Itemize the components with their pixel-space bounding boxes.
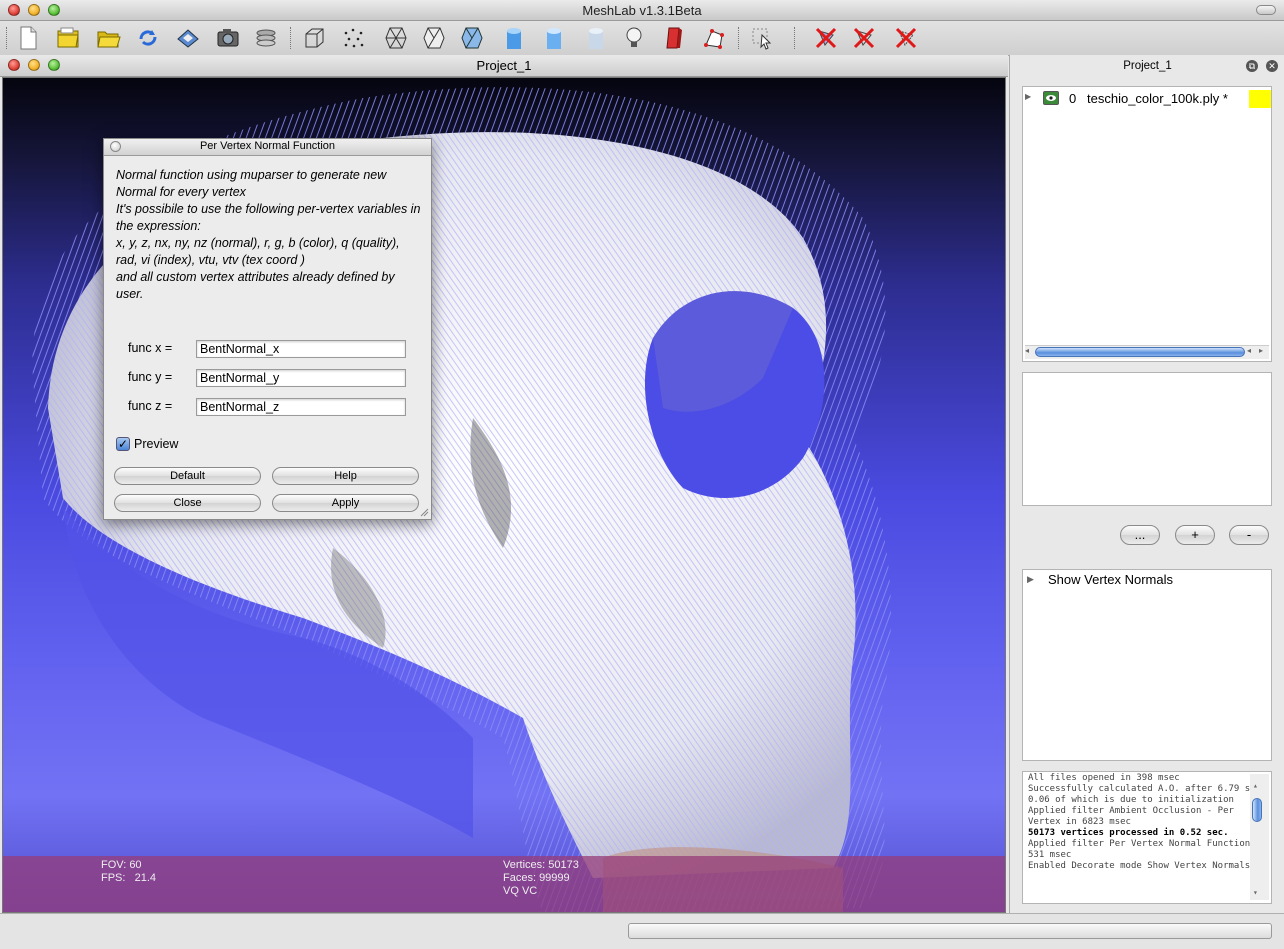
decorator-label[interactable]: Show Vertex Normals: [1048, 572, 1173, 587]
faces-label: Faces: 99999: [503, 872, 570, 884]
save-icon[interactable]: [174, 24, 202, 52]
help-button[interactable]: Help: [272, 467, 419, 485]
layer-dock: Project_1 ⧉ ✕ ▶ 0 teschio_color_100k.ply…: [1009, 55, 1284, 913]
more-button[interactable]: ...: [1120, 525, 1160, 545]
apply-button[interactable]: Apply: [272, 494, 419, 512]
log-scroll-thumb[interactable]: [1252, 798, 1262, 822]
texture-icon[interactable]: [582, 24, 610, 52]
select-vertex-icon[interactable]: [700, 24, 728, 52]
func-y-label: func y =: [128, 370, 173, 384]
layer-index: 0: [1069, 91, 1077, 106]
scroll-left-end-icon[interactable]: ◂: [1025, 346, 1029, 355]
scroll-right-icon[interactable]: ▸: [1259, 346, 1263, 355]
project-window-title-bar: Project_1: [0, 55, 1008, 77]
toolbar-grip: [6, 27, 9, 49]
expand-layer-icon[interactable]: ▶: [1025, 92, 1031, 101]
expand-decorator-icon[interactable]: ▶: [1027, 574, 1034, 585]
toolbar-separator: [794, 27, 797, 49]
reload-icon[interactable]: [134, 24, 162, 52]
delete-all-icon[interactable]: [892, 24, 920, 52]
app-title: MeshLab v1.3.1Beta: [582, 3, 702, 18]
open-file-icon[interactable]: [94, 24, 122, 52]
main-toolbar: [0, 21, 1284, 56]
new-document-icon[interactable]: [14, 24, 42, 52]
layers-icon[interactable]: [252, 24, 280, 52]
layer-list-scrollbar[interactable]: ◂ ◂ ▸: [1025, 345, 1269, 359]
log-line: Applied filter Ambient Occlusion - Per V…: [1028, 806, 1240, 827]
select-arrow-icon[interactable]: [748, 24, 776, 52]
backface-icon[interactable]: [660, 24, 688, 52]
scroll-thumb[interactable]: [1035, 347, 1245, 357]
log-line: Applied filter Per Vertex Normal Functio…: [1028, 839, 1272, 860]
preview-label: Preview: [134, 437, 179, 451]
preview-checkbox[interactable]: ✓: [116, 437, 130, 451]
remove-button[interactable]: -: [1229, 525, 1269, 545]
layer-list-panel: ▶ 0 teschio_color_100k.ply * ◂ ◂ ▸: [1022, 86, 1272, 362]
per-vertex-normal-function-dialog: Per Vertex Normal Function Normal functi…: [103, 138, 432, 520]
light-bulb-icon[interactable]: [620, 24, 648, 52]
flat-lines-icon[interactable]: [458, 24, 486, 52]
vertices-label: Vertices: 50173: [503, 859, 579, 871]
open-project-icon[interactable]: [54, 24, 82, 52]
float-dock-icon[interactable]: ⧉: [1246, 60, 1258, 72]
delete-faces-icon[interactable]: [812, 24, 840, 52]
add-button[interactable]: +: [1175, 525, 1215, 545]
project-title: Project_1: [476, 58, 532, 73]
log-panel: All files opened in 398 msec Successfull…: [1022, 771, 1272, 904]
window-title-bar: MeshLab v1.3.1Beta: [0, 0, 1284, 21]
log-line: Enabled Decorate mode Show Vertex Normal…: [1028, 861, 1251, 871]
wireframe-icon[interactable]: [382, 24, 410, 52]
toolbar-separator: [290, 27, 293, 49]
status-bar: [0, 913, 1284, 949]
progress-bar: [628, 923, 1272, 939]
log-line: Successfully calculated A.O. after 6.79 …: [1028, 784, 1272, 805]
scroll-left-icon[interactable]: ◂: [1247, 346, 1251, 355]
layer-info-panel: [1022, 372, 1272, 506]
eye-visibility-icon[interactable]: [1043, 91, 1059, 105]
dialog-title-bar: Per Vertex Normal Function: [104, 139, 431, 156]
func-z-label: func z =: [128, 399, 173, 413]
func-y-input[interactable]: [196, 369, 406, 387]
log-scrollbar[interactable]: ▴ ▾: [1250, 774, 1269, 900]
snapshot-icon[interactable]: [214, 24, 242, 52]
viewport-info-bar: FOV: 60 FPS: 21.4 Vertices: 50173 Faces:…: [3, 856, 1005, 912]
layer-name: teschio_color_100k.ply *: [1087, 91, 1228, 106]
dock-title: Project_1: [1123, 60, 1172, 72]
render-mode-label: VQ VC: [503, 885, 538, 897]
func-x-label: func x =: [128, 341, 173, 355]
fps-label: FPS: 21.4: [101, 872, 157, 884]
dock-title-bar: Project_1 ⧉ ✕: [1010, 55, 1284, 76]
scroll-up-icon[interactable]: ▴: [1253, 780, 1258, 791]
layer-color-swatch[interactable]: [1249, 90, 1271, 108]
hidden-lines-icon[interactable]: [420, 24, 448, 52]
func-z-input[interactable]: [196, 398, 406, 416]
flat-icon[interactable]: [500, 24, 528, 52]
toolbar-toggle-button[interactable]: [1256, 5, 1276, 15]
fov-label: FOV: 60: [101, 859, 142, 871]
smooth-icon[interactable]: [540, 24, 568, 52]
toolbar-separator: [738, 27, 741, 49]
decorator-panel: ▶ Show Vertex Normals: [1022, 569, 1272, 761]
dialog-description: Normal function using muparser to genera…: [116, 168, 421, 301]
layer-row[interactable]: ▶ 0 teschio_color_100k.ply *: [1023, 90, 1271, 108]
log-line-highlight: 50173 vertices processed in 0.52 sec.: [1028, 828, 1229, 838]
log-line: All files opened in 398 msec: [1028, 773, 1180, 783]
func-x-input[interactable]: [196, 340, 406, 358]
points-icon[interactable]: [340, 24, 368, 52]
bbox-icon[interactable]: [300, 24, 328, 52]
close-dock-icon[interactable]: ✕: [1266, 60, 1278, 72]
dialog-resize-grip-icon[interactable]: [419, 507, 429, 517]
dialog-title: Per Vertex Normal Function: [199, 140, 336, 152]
close-button[interactable]: Close: [114, 494, 261, 512]
scroll-down-icon[interactable]: ▾: [1253, 887, 1258, 898]
default-button[interactable]: Default: [114, 467, 261, 485]
delete-vertices-icon[interactable]: [850, 24, 878, 52]
